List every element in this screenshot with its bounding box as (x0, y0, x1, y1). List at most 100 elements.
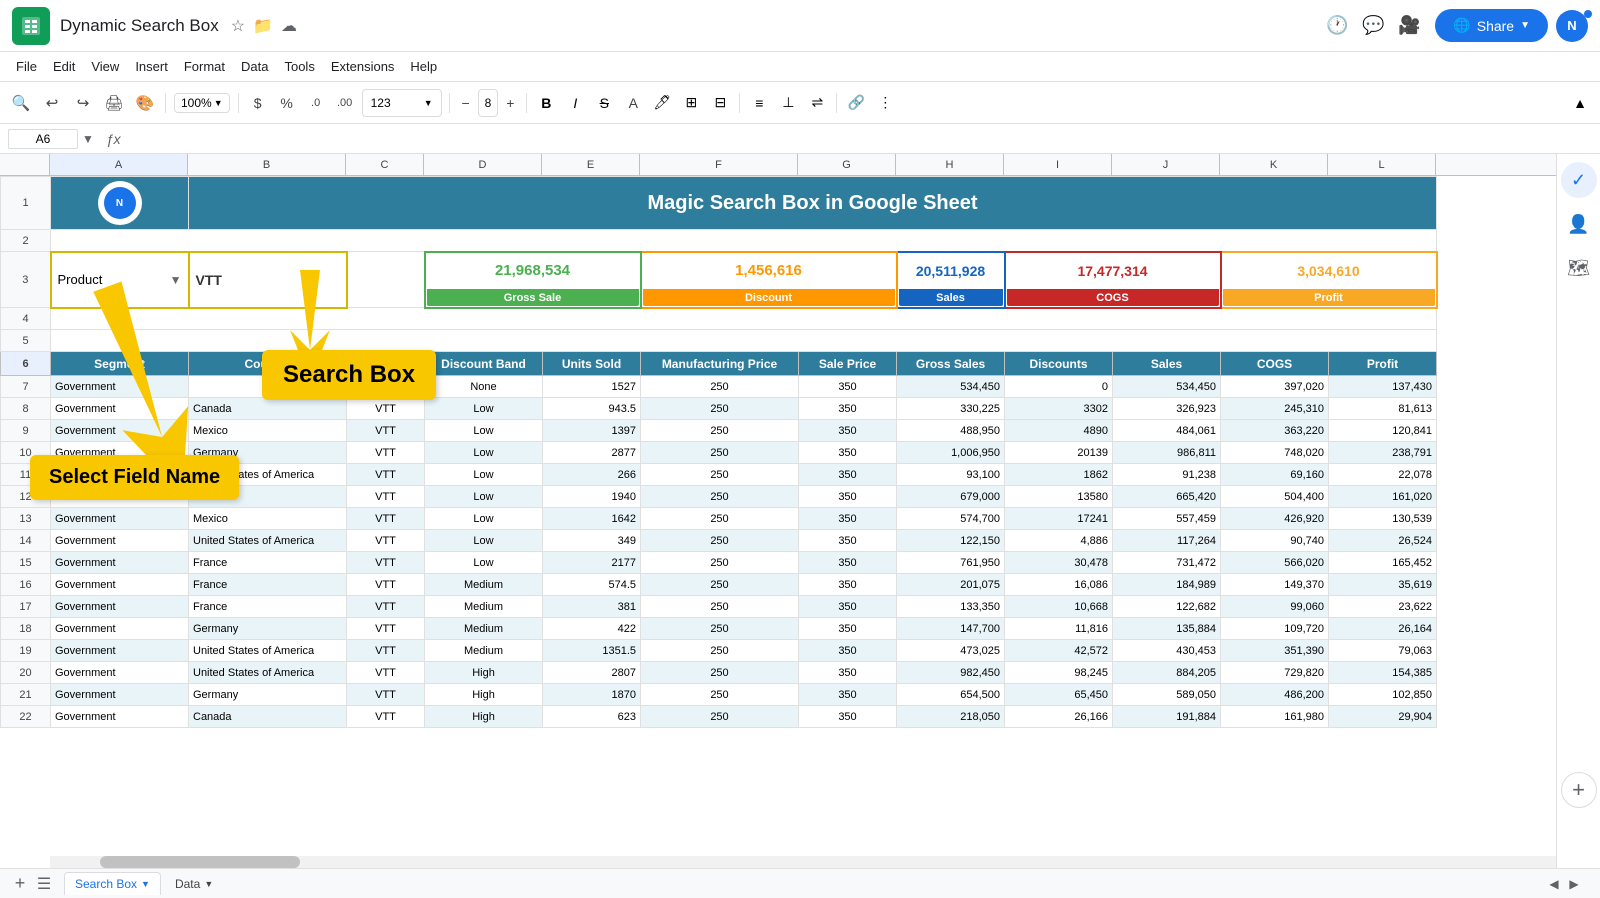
menu-file[interactable]: File (8, 56, 45, 77)
strikethrough-btn[interactable]: S (590, 89, 618, 117)
percent-btn[interactable]: % (273, 89, 301, 117)
print-btn[interactable]: 🖨 (99, 89, 129, 117)
header-cogs: COGS (1221, 352, 1329, 376)
font-size-decrease[interactable]: − (455, 89, 477, 117)
kpi-cogs: 17,477,314 COGS (1005, 252, 1221, 308)
font-size-box[interactable]: 8 (478, 89, 499, 117)
menu-data[interactable]: Data (233, 56, 276, 77)
tab-nav-left[interactable]: ◀ (1544, 874, 1564, 894)
tab-search-box[interactable]: Search Box ▼ (64, 872, 161, 895)
paint-format-btn[interactable]: 🎨 (130, 89, 160, 117)
menu-extensions[interactable]: Extensions (323, 56, 403, 77)
col-header-K[interactable]: K (1220, 154, 1328, 175)
add-sheet-btn[interactable]: + (8, 872, 32, 896)
dropdown-cell[interactable]: Product ▼ (51, 252, 189, 308)
cell-reference[interactable] (8, 129, 78, 149)
tab-nav-right[interactable]: ▶ (1564, 874, 1584, 894)
valign-btn[interactable]: ⊥ (774, 89, 802, 117)
row-num-17: 17 (1, 596, 51, 618)
row-num-3: 3 (1, 252, 51, 308)
bold-btn[interactable]: B (532, 89, 560, 117)
row-2-empty (51, 230, 1437, 252)
col-header-I[interactable]: I (1004, 154, 1112, 175)
search-cell[interactable]: VTT (189, 252, 347, 308)
row-num-20: 20 (1, 662, 51, 684)
col-header-F[interactable]: F (640, 154, 798, 175)
folder-icon[interactable]: 📁 (253, 16, 273, 36)
header-sale-price: Sale Price (799, 352, 897, 376)
border-btn[interactable]: ⊞ (677, 89, 705, 117)
col-header-G[interactable]: G (798, 154, 896, 175)
collapse-toolbar-btn[interactable]: ▲ (1566, 89, 1594, 117)
menu-help[interactable]: Help (402, 56, 445, 77)
merge-btn[interactable]: ⊟ (706, 89, 734, 117)
toolbar: 🔍 ↩ ↪ 🖨 🎨 100% ▼ $ % .0 .00 123 ▼ − 8 + … (0, 82, 1600, 124)
insert-link-btn[interactable]: 🔗 (842, 89, 870, 117)
expand-cell-ref-btn[interactable]: ▼ (82, 132, 94, 146)
sidebar-checkmark-icon[interactable]: ✓ (1561, 162, 1597, 198)
sidebar-add-icon[interactable]: + (1561, 772, 1597, 808)
undo-btn[interactable]: ↩ (37, 89, 67, 117)
row-num-7: 7 (1, 376, 51, 398)
cloud-icon[interactable]: ☁ (281, 16, 297, 36)
redo-btn[interactable]: ↪ (68, 89, 98, 117)
row-num-16: 16 (1, 574, 51, 596)
col-header-A[interactable]: A (50, 154, 188, 175)
share-button[interactable]: 🌐 Share ▼ (1435, 9, 1548, 42)
title-logo-cell: N (51, 177, 189, 230)
comment-btn[interactable]: 💬 (1355, 8, 1391, 44)
wrap-btn[interactable]: ⇌ (803, 89, 831, 117)
header-discount-band: Discount Band (425, 352, 543, 376)
decimal-btn[interactable]: .0 (302, 89, 330, 117)
table-row: 8 Government Canada VTT Low 943.5 250 35… (1, 398, 1437, 420)
tab-data[interactable]: Data ▼ (165, 873, 223, 895)
tab-data-dropdown-icon: ▼ (204, 879, 213, 889)
menu-insert[interactable]: Insert (127, 56, 176, 77)
search-toolbar-btn[interactable]: 🔍 (6, 89, 36, 117)
highlight-btn[interactable]: 🖊 (648, 89, 676, 117)
table-row: 18 Government Germany VTT Medium 422 250… (1, 618, 1437, 640)
font-name-box[interactable]: 123 ▼ (362, 89, 442, 117)
col-header-C[interactable]: C (346, 154, 424, 175)
menu-edit[interactable]: Edit (45, 56, 83, 77)
col-header-B[interactable]: B (188, 154, 346, 175)
formula-input[interactable]: Segment (129, 129, 1592, 148)
row-num-9: 9 (1, 420, 51, 442)
row-num-2: 2 (1, 230, 51, 252)
align-btn[interactable]: ≡ (745, 89, 773, 117)
col-header-E[interactable]: E (542, 154, 640, 175)
table-row: 15 Government France VTT Low 2177 250 35… (1, 552, 1437, 574)
header-sales: Sales (1113, 352, 1221, 376)
zoom-box[interactable]: 100% ▼ (174, 93, 230, 113)
menu-view[interactable]: View (83, 56, 127, 77)
col-header-L[interactable]: L (1328, 154, 1436, 175)
kpi-sales: 20,511,928 Sales (897, 252, 1005, 308)
grid-content: 1 N Magic Search Box in Google Sheet (0, 176, 1556, 868)
doc-title: Dynamic Search Box (60, 16, 219, 36)
sidebar-map-icon[interactable]: 🗺 (1561, 250, 1597, 286)
sidebar-person-icon[interactable]: 👤 (1561, 206, 1597, 242)
star-icon[interactable]: ☆ (231, 16, 245, 36)
more-toolbar-btn[interactable]: ⋮ (871, 89, 899, 117)
col-header-J[interactable]: J (1112, 154, 1220, 175)
horizontal-scrollbar[interactable] (50, 856, 1556, 868)
sheets-menu-btn[interactable]: ☰ (32, 872, 56, 896)
video-btn[interactable]: 🎥 (1391, 8, 1427, 44)
col-header-D[interactable]: D (424, 154, 542, 175)
decimal-add-btn[interactable]: .00 (331, 89, 359, 117)
font-size-increase[interactable]: + (499, 89, 521, 117)
menu-format[interactable]: Format (176, 56, 233, 77)
dropdown-value: Product (58, 272, 103, 287)
row-num-1: 1 (1, 177, 51, 230)
menu-tools[interactable]: Tools (276, 56, 322, 77)
history-btn[interactable]: 🕐 (1319, 8, 1355, 44)
currency-btn[interactable]: $ (244, 89, 272, 117)
row-num-13: 13 (1, 508, 51, 530)
row-num-4: 4 (1, 308, 51, 330)
row-num-5: 5 (1, 330, 51, 352)
font-color-btn[interactable]: A (619, 89, 647, 117)
col-header-H[interactable]: H (896, 154, 1004, 175)
kpi-profit: 3,034,610 Profit (1221, 252, 1437, 308)
table-row: 13 Government Mexico VTT Low 1642 250 35… (1, 508, 1437, 530)
italic-btn[interactable]: I (561, 89, 589, 117)
